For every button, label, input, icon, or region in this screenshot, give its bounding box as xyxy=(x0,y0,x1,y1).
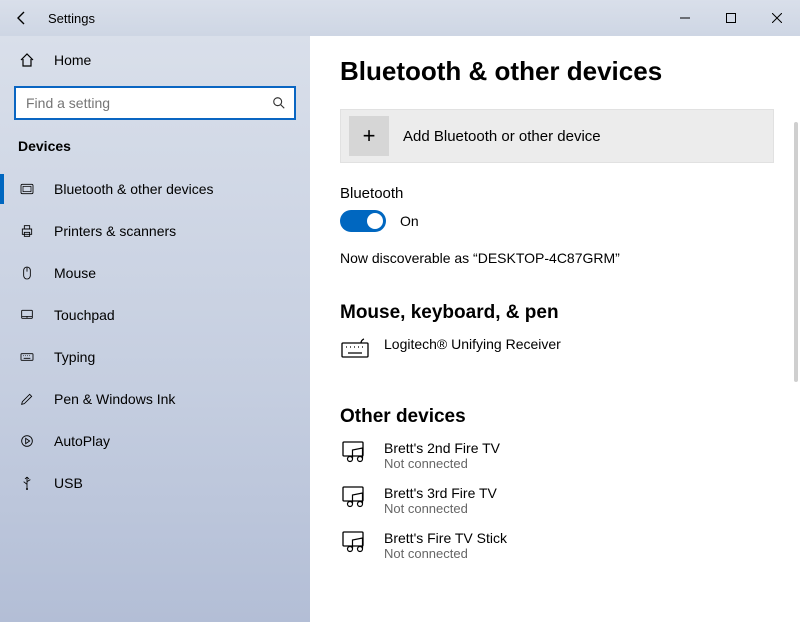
sidebar-item-label: USB xyxy=(54,475,83,491)
autoplay-icon xyxy=(18,432,36,450)
sidebar: Home Devices Bluetooth & other devices xyxy=(0,36,310,622)
sidebar-item-label: Touchpad xyxy=(54,307,115,323)
section-mkp: Mouse, keyboard, & pen xyxy=(340,302,774,324)
pen-icon xyxy=(18,390,36,408)
search-field[interactable] xyxy=(26,95,272,111)
keyboard-device-icon xyxy=(340,336,370,360)
device-row[interactable]: Logitech® Unifying Receiver xyxy=(340,332,774,370)
search-input[interactable] xyxy=(14,86,296,120)
device-status: Not connected xyxy=(384,501,497,516)
sidebar-item-label: Bluetooth & other devices xyxy=(54,181,214,197)
sidebar-item-touchpad[interactable]: Touchpad xyxy=(0,294,310,336)
keyboard-icon xyxy=(18,348,36,366)
sidebar-item-pen[interactable]: Pen & Windows Ink xyxy=(0,378,310,420)
page-title: Bluetooth & other devices xyxy=(340,56,774,87)
sidebar-item-usb[interactable]: USB xyxy=(0,462,310,504)
maximize-button[interactable] xyxy=(708,0,754,36)
device-status: Not connected xyxy=(384,546,507,561)
sidebar-item-mouse[interactable]: Mouse xyxy=(0,252,310,294)
device-row[interactable]: Brett's 2nd Fire TV Not connected xyxy=(340,436,774,481)
sidebar-item-label: Pen & Windows Ink xyxy=(54,391,175,407)
sidebar-item-typing[interactable]: Typing xyxy=(0,336,310,378)
scrollbar[interactable] xyxy=(794,122,798,382)
device-status: Not connected xyxy=(384,456,500,471)
back-button[interactable] xyxy=(0,0,44,36)
sidebar-item-printers[interactable]: Printers & scanners xyxy=(0,210,310,252)
usb-icon xyxy=(18,474,36,492)
plus-icon: + xyxy=(349,116,389,156)
sidebar-item-label: Mouse xyxy=(54,265,96,281)
category-header: Devices xyxy=(0,134,310,168)
sidebar-item-bluetooth[interactable]: Bluetooth & other devices xyxy=(0,168,310,210)
window-title: Settings xyxy=(44,11,95,26)
title-bar: Settings xyxy=(0,0,800,36)
bluetooth-icon xyxy=(18,180,36,198)
home-label: Home xyxy=(54,52,91,68)
printer-icon xyxy=(18,222,36,240)
touchpad-icon xyxy=(18,306,36,324)
sidebar-item-label: Printers & scanners xyxy=(54,223,176,239)
media-device-icon xyxy=(340,485,370,509)
close-button[interactable] xyxy=(754,0,800,36)
sidebar-item-home[interactable]: Home xyxy=(0,40,310,80)
device-row[interactable]: Brett's 3rd Fire TV Not connected xyxy=(340,481,774,526)
bluetooth-label: Bluetooth xyxy=(340,185,774,202)
sidebar-item-label: Typing xyxy=(54,349,95,365)
device-name: Logitech® Unifying Receiver xyxy=(384,336,561,352)
device-row[interactable]: Brett's Fire TV Stick Not connected xyxy=(340,526,774,571)
minimize-button[interactable] xyxy=(662,0,708,36)
add-device-label: Add Bluetooth or other device xyxy=(403,128,601,145)
device-name: Brett's Fire TV Stick xyxy=(384,530,507,546)
sidebar-item-autoplay[interactable]: AutoPlay xyxy=(0,420,310,462)
home-icon xyxy=(18,52,36,68)
media-device-icon xyxy=(340,440,370,464)
add-device-button[interactable]: + Add Bluetooth or other device xyxy=(340,109,774,163)
mouse-icon xyxy=(18,264,36,282)
main-panel: Bluetooth & other devices + Add Bluetoot… xyxy=(310,36,800,622)
device-name: Brett's 2nd Fire TV xyxy=(384,440,500,456)
discoverable-text: Now discoverable as “DESKTOP-4C87GRM” xyxy=(340,250,774,266)
device-name: Brett's 3rd Fire TV xyxy=(384,485,497,501)
media-device-icon xyxy=(340,530,370,554)
bluetooth-toggle[interactable] xyxy=(340,210,386,232)
nav: Bluetooth & other devices Printers & sca… xyxy=(0,168,310,504)
bluetooth-state: On xyxy=(400,213,419,229)
search-icon xyxy=(272,96,286,110)
section-other: Other devices xyxy=(340,406,774,428)
sidebar-item-label: AutoPlay xyxy=(54,433,110,449)
